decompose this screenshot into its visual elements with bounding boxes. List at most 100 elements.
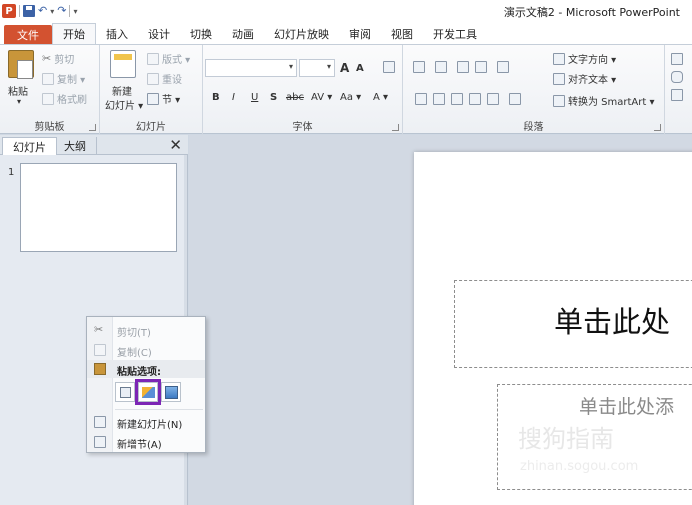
font-color-button[interactable]: A ▾ xyxy=(373,92,388,103)
decrease-indent-icon[interactable] xyxy=(457,61,469,73)
subtitle-placeholder[interactable]: 单击此处添 搜狗指南 zhinan.sogou.com xyxy=(497,384,692,490)
powerpoint-app-icon[interactable]: P xyxy=(2,4,16,18)
tab-file[interactable]: 文件 xyxy=(4,25,52,44)
menu-item-new-section-label: 新增节(A) xyxy=(117,440,162,451)
new-slide-icon[interactable] xyxy=(110,50,136,78)
reset-button[interactable]: 重设 xyxy=(147,71,182,86)
shape-rounded-icon[interactable] xyxy=(671,71,683,83)
clipboard-launcher-icon[interactable] xyxy=(89,124,96,131)
slide-thumbnail[interactable] xyxy=(20,163,177,252)
underline-button[interactable]: U xyxy=(251,92,258,103)
tab-insert[interactable]: 插入 xyxy=(96,24,138,44)
drawing-group xyxy=(665,45,692,135)
numbering-icon[interactable] xyxy=(435,61,447,73)
font-launcher-icon[interactable] xyxy=(392,124,399,131)
paste-as-picture-icon[interactable] xyxy=(161,382,181,402)
qat-separator xyxy=(19,5,20,17)
format-painter-button[interactable]: 格式刷 xyxy=(42,91,87,106)
menu-item-cut[interactable]: ✂ 剪切(T) xyxy=(87,320,205,340)
tab-design[interactable]: 设计 xyxy=(138,24,180,44)
slide-number: 1 xyxy=(8,167,15,178)
font-group-label: 字体 xyxy=(292,122,313,133)
new-slide-label-2[interactable]: 幻灯片 ▾ xyxy=(105,97,143,112)
tab-home[interactable]: 开始 xyxy=(52,23,96,44)
undo-icon[interactable]: ↶ xyxy=(38,4,47,18)
copy-button[interactable]: 复制 ▾ xyxy=(42,71,85,86)
save-icon[interactable] xyxy=(23,5,35,17)
align-center-icon[interactable] xyxy=(433,93,445,105)
tab-transitions[interactable]: 切换 xyxy=(180,24,222,44)
text-direction-button[interactable]: 文字方向 ▾ xyxy=(553,51,616,66)
font-name-combo[interactable] xyxy=(205,59,297,77)
slides-group: 新建 幻灯片 ▾ 版式 ▾ 重设 节 ▾ 幻灯片 xyxy=(100,45,203,135)
align-right-icon[interactable] xyxy=(451,93,463,105)
clear-format-icon[interactable] xyxy=(383,61,395,73)
tab-animations[interactable]: 动画 xyxy=(222,24,264,44)
menu-item-new-section[interactable]: 新增节(A) xyxy=(87,432,205,452)
reset-icon xyxy=(147,72,159,85)
tab-slideshow[interactable]: 幻灯片放映 xyxy=(264,24,339,44)
grow-font-button[interactable]: A xyxy=(340,61,349,75)
new-slide-icon xyxy=(94,416,106,428)
shrink-font-button[interactable]: A xyxy=(356,63,364,74)
layout-icon xyxy=(147,52,159,65)
paste-dropdown-icon[interactable]: ▾ xyxy=(17,97,21,106)
tab-view[interactable]: 视图 xyxy=(381,24,423,44)
paste-icon[interactable] xyxy=(8,50,34,79)
title-placeholder[interactable]: 单击此处 xyxy=(454,280,692,368)
tab-outline[interactable]: 大纲 xyxy=(54,137,97,155)
paste-button[interactable]: 粘贴 xyxy=(8,83,28,98)
customize-qat-icon[interactable]: ▾ xyxy=(73,7,77,16)
shape-textbox-icon[interactable] xyxy=(671,53,683,65)
text-direction-label: 文字方向 ▾ xyxy=(568,55,617,66)
paste-options-header: 粘贴选项: xyxy=(87,360,205,378)
font-size-combo[interactable] xyxy=(299,59,335,77)
menu-item-copy[interactable]: 复制(C) xyxy=(87,340,205,360)
scissors-icon: ✂ xyxy=(94,323,104,336)
align-left-icon[interactable] xyxy=(415,93,427,105)
justify-icon[interactable] xyxy=(469,93,481,105)
font-group: A A B I U S abc AV ▾ Aa ▾ A ▾ 字体 xyxy=(203,45,403,135)
new-slide-label-1[interactable]: 新建 xyxy=(112,83,132,98)
char-spacing-button[interactable]: AV ▾ xyxy=(311,92,332,103)
scissors-icon: ✂ xyxy=(42,51,52,65)
distributed-icon[interactable] xyxy=(487,93,499,105)
strikethrough-button[interactable]: abc xyxy=(286,92,304,103)
change-case-button[interactable]: Aa ▾ xyxy=(340,92,361,103)
copy-icon xyxy=(94,344,106,356)
paragraph-launcher-icon[interactable] xyxy=(654,124,661,131)
bullets-icon[interactable] xyxy=(413,61,425,73)
increase-indent-icon[interactable] xyxy=(475,61,487,73)
menu-item-cut-label: 剪切(T) xyxy=(117,328,151,339)
section-button[interactable]: 节 ▾ xyxy=(147,91,180,106)
paste-icon xyxy=(94,363,106,375)
menu-item-new-slide[interactable]: 新建幻灯片(N) xyxy=(87,412,205,432)
title-bar: P ↶ ▾ ↷ ▾ 演示文稿2 - Microsoft PowerPoint xyxy=(0,0,692,22)
bold-button[interactable]: B xyxy=(212,92,220,103)
italic-button[interactable]: I xyxy=(232,92,235,103)
menu-item-new-slide-label: 新建幻灯片(N) xyxy=(117,420,183,431)
subtitle-placeholder-text: 单击此处添 xyxy=(579,396,675,418)
cut-label: 剪切 xyxy=(54,55,75,66)
tab-slides[interactable]: 幻灯片 xyxy=(2,137,57,155)
line-spacing-icon[interactable] xyxy=(497,61,509,73)
tab-developer[interactable]: 开发工具 xyxy=(423,24,487,44)
slide-canvas[interactable]: 单击此处 单击此处添 搜狗指南 zhinan.sogou.com xyxy=(414,152,692,505)
paste-keep-source-format-icon[interactable] xyxy=(135,379,161,405)
align-text-button[interactable]: 对齐文本 ▾ xyxy=(553,71,616,86)
ribbon: 粘贴 ▾ ✂ 剪切 复制 ▾ 格式刷 剪贴板 新建 幻灯片 ▾ 版式 ▾ 重设 节… xyxy=(0,44,692,135)
shape-callout-icon[interactable] xyxy=(671,89,683,101)
convert-smartart-button[interactable]: 转换为 SmartArt ▾ xyxy=(553,93,655,108)
undo-dropdown-icon[interactable]: ▾ xyxy=(50,7,54,16)
cut-button[interactable]: ✂ 剪切 xyxy=(42,51,74,66)
paste-use-destination-theme-icon[interactable] xyxy=(115,382,135,402)
smartart-icon xyxy=(553,94,565,107)
tab-review[interactable]: 审阅 xyxy=(339,24,381,44)
layout-button[interactable]: 版式 ▾ xyxy=(147,51,190,66)
close-icon[interactable]: ✕ xyxy=(169,136,182,154)
paste-options-label: 粘贴选项: xyxy=(117,367,161,378)
align-text-label: 对齐文本 ▾ xyxy=(568,75,617,86)
columns-icon[interactable] xyxy=(509,93,521,105)
shadow-button[interactable]: S xyxy=(270,92,277,103)
redo-icon[interactable]: ↷ xyxy=(57,4,66,18)
